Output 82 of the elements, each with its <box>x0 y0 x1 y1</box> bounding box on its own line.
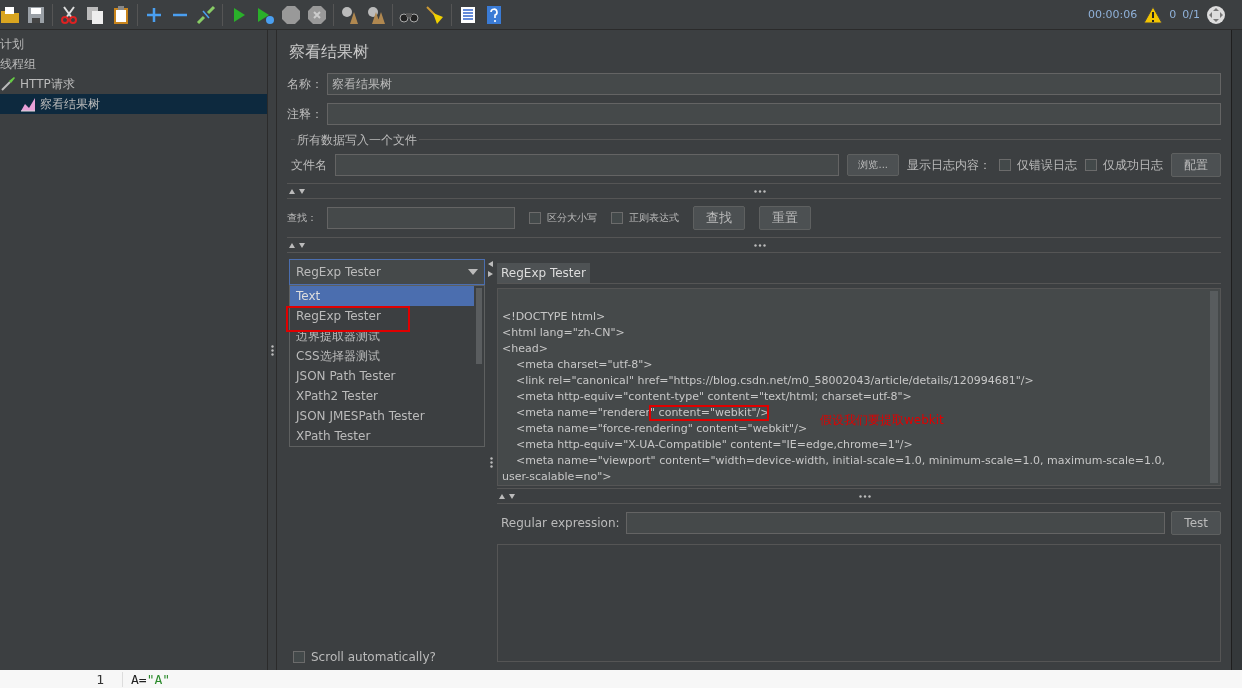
code-line: <meta name="force-rendering" content="webkit"/> <box>515 421 808 437</box>
panel-title: 察看结果树 <box>289 42 370 63</box>
annotation-text: 假设我们要提取webkit <box>820 412 944 429</box>
pencil-icon[interactable] <box>196 4 216 25</box>
field-label: 文件名 <box>291 156 327 174</box>
code-line: <meta charset="utf-8"> <box>515 357 653 373</box>
filename-field[interactable] <box>335 154 840 176</box>
code-line: <meta http-equiv="content-type" content="text/html; charset=utf-8"> <box>515 389 912 405</box>
collapse-arrows-icon[interactable] <box>289 242 307 248</box>
elapsed-time: 00:00:06 <box>1087 8 1138 21</box>
tree-item[interactable]: 计划 <box>0 34 267 54</box>
splitter-handle-icon[interactable] <box>270 344 274 356</box>
stop-icon[interactable] <box>307 4 327 25</box>
folder-icon[interactable] <box>0 4 20 25</box>
search-button[interactable]: 查找 <box>693 206 745 230</box>
comment-field[interactable] <box>327 103 1221 125</box>
list-icon[interactable] <box>458 4 478 25</box>
tab[interactable]: RegExp Tester <box>497 263 590 283</box>
regex-field[interactable] <box>625 512 1166 534</box>
pipette-icon <box>0 76 16 92</box>
dropdown-option[interactable]: XPath Tester <box>290 426 474 446</box>
code-line: user-scalable=no"> <box>502 469 612 485</box>
code-line: <meta name="viewport" content="width=device-width, initial-scale=1.0, minimum-scale=1.0, maximum-scale=1.0, <box>515 453 1165 469</box>
code-line: <meta http-equiv="X-UA-Compatible" content="IE=edge,chrome=1"/> <box>515 437 913 453</box>
warning-icon <box>1143 5 1164 24</box>
dropdown-option[interactable]: JSON JMESPath Tester <box>290 406 474 426</box>
stop-icon[interactable] <box>281 4 301 25</box>
dropdown-option[interactable]: Text <box>290 286 474 306</box>
checkbox-label: 正则表达式 <box>629 211 679 225</box>
globe-icon <box>1206 4 1226 25</box>
splitter-handle-icon[interactable] <box>489 457 493 468</box>
browse-button[interactable]: 浏览... <box>847 154 899 176</box>
chart-icon <box>20 96 36 112</box>
scrollbar[interactable] <box>476 288 482 364</box>
checkbox[interactable] <box>293 651 305 663</box>
config-button[interactable]: 配置 <box>1171 153 1221 177</box>
test-button[interactable]: Test <box>1171 511 1221 535</box>
search-button[interactable]: 重置 <box>759 206 811 230</box>
checkbox[interactable] <box>611 212 623 224</box>
warning-count: 0 <box>1169 8 1177 21</box>
clipboard-icon[interactable] <box>111 4 131 25</box>
renderer-dropdown[interactable]: RegExp Tester <box>289 259 485 285</box>
code-line: <!DOCTYPE html> <box>502 309 606 325</box>
dropdown-option[interactable]: CSS选择器测试 <box>290 346 474 366</box>
field-label: 查找： <box>287 211 317 225</box>
code-line: <html lang="zh-CN"> <box>502 325 625 341</box>
checkbox[interactable] <box>999 159 1011 171</box>
checkbox-label: 区分大小写 <box>547 211 597 225</box>
tree-item[interactable]: 察看结果树 <box>0 94 267 114</box>
copy-icon[interactable] <box>85 4 105 25</box>
dropdown-option[interactable]: XPath2 Tester <box>290 386 474 406</box>
tree-item[interactable]: 线程组 <box>0 54 267 74</box>
splitter-handle-icon[interactable] <box>859 494 871 498</box>
splitter-handle-icon[interactable] <box>754 189 766 193</box>
dropdown-option[interactable]: JSON Path Tester <box>290 366 474 386</box>
line-number: 1 <box>0 671 123 687</box>
field-label: Regular expression: <box>501 516 620 530</box>
search-field[interactable] <box>327 207 515 229</box>
scissors-icon[interactable] <box>59 4 79 25</box>
collapse-arrows-icon[interactable] <box>488 261 494 277</box>
collapse-arrows-icon[interactable] <box>289 188 307 194</box>
splitter-handle-icon[interactable] <box>754 243 766 247</box>
checkbox-label: Scroll automatically? <box>311 650 436 664</box>
code-line: A="A" <box>131 671 171 687</box>
checkbox[interactable] <box>1085 159 1097 171</box>
checkbox[interactable] <box>529 212 541 224</box>
field-label: 名称： <box>287 75 323 93</box>
thread-count: 0/1 <box>1182 8 1200 21</box>
field-label: 注释： <box>287 105 323 123</box>
dropdown-option[interactable]: RegExp Tester <box>290 306 474 326</box>
name-field[interactable]: 察看结果树 <box>327 73 1221 95</box>
section-title: 所有数据写入一个文件 <box>295 133 419 147</box>
code-line: <link rel="canonical" href="https://blog.csdn.net/m0_58002043/article/details/120994681"/> <box>515 373 1034 389</box>
help-icon[interactable] <box>484 4 504 25</box>
tree-item[interactable]: HTTP请求 <box>0 74 267 94</box>
checkbox-label: 仅成功日志 <box>1103 156 1163 174</box>
checkbox-label: 仅错误日志 <box>1017 156 1077 174</box>
log-label: 显示日志内容： <box>907 156 991 174</box>
code-line: <head> <box>502 341 548 357</box>
collapse-arrows-icon[interactable] <box>499 493 517 499</box>
caret-icon <box>468 269 478 275</box>
save-icon[interactable] <box>26 4 46 25</box>
